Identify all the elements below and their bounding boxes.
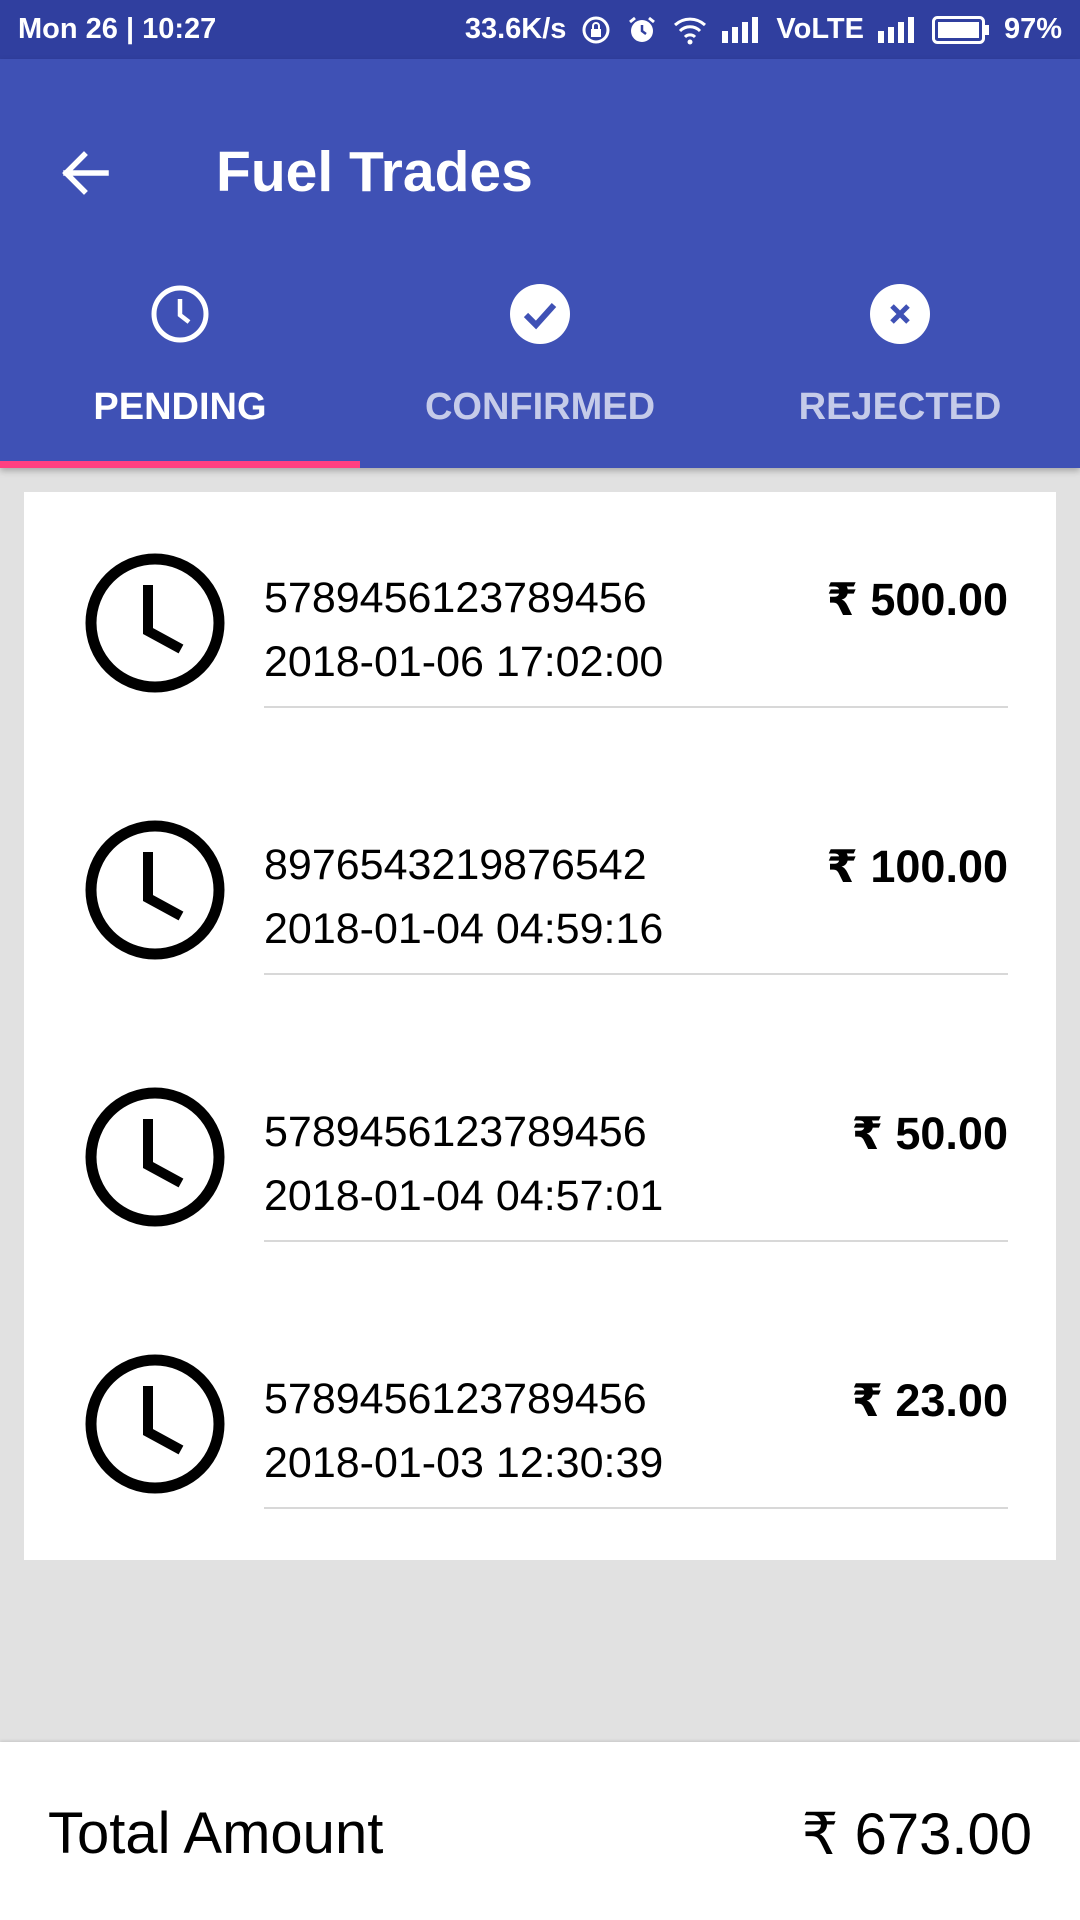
signal-icon: [722, 16, 762, 43]
tab-bar: PENDING CONFIRMED REJECTED: [0, 274, 1080, 468]
total-footer: Total Amount ₹ 673.00: [0, 1742, 1080, 1920]
battery-icon: [931, 15, 990, 44]
battery-percent: 97%: [1003, 13, 1062, 45]
trade-id: 5789456123789456: [264, 1375, 647, 1423]
divider: [264, 706, 1008, 708]
list-item[interactable]: 5789456123789456 2018-01-06 17:02:00 ₹ 5…: [24, 492, 1056, 759]
trade-id: 5789456123789456: [264, 1108, 647, 1156]
clock-icon: [85, 820, 225, 960]
clock-icon: [85, 1087, 225, 1227]
rotation-lock-icon: [580, 14, 612, 46]
check-circle-icon: [510, 284, 570, 344]
tab-label-confirmed: CONFIRMED: [424, 386, 656, 428]
tab-label-pending: PENDING: [93, 386, 267, 428]
trade-amount: ₹ 50.00: [851, 1108, 1008, 1159]
trade-amount: ₹ 23.00: [851, 1375, 1008, 1426]
tab-label-rejected: REJECTED: [798, 386, 1002, 428]
network-speed: 33.6K/s: [464, 13, 567, 45]
status-datetime: Mon 26 | 10:27: [18, 13, 217, 45]
trade-datetime: 2018-01-03 12:30:39: [264, 1439, 664, 1487]
trade-datetime: 2018-01-06 17:02:00: [264, 638, 664, 686]
clock-icon: [85, 1354, 225, 1494]
trade-datetime: 2018-01-04 04:57:01: [264, 1172, 664, 1220]
trades-list: 5789456123789456 2018-01-06 17:02:00 ₹ 5…: [24, 492, 1056, 1560]
list-item[interactable]: 8976543219876542 2018-01-04 04:59:16 ₹ 1…: [24, 759, 1056, 1026]
tab-confirmed[interactable]: CONFIRMED: [360, 274, 720, 468]
list-item[interactable]: 5789456123789456 2018-01-04 04:57:01 ₹ 5…: [24, 1026, 1056, 1293]
clock-icon: [151, 285, 209, 343]
divider: [264, 1240, 1008, 1242]
total-amount-label: Total Amount: [48, 1801, 384, 1866]
arrow-back-icon: [62, 151, 109, 195]
trade-datetime: 2018-01-04 04:59:16: [264, 905, 664, 953]
divider: [264, 973, 1008, 975]
trade-id: 5789456123789456: [264, 574, 647, 622]
total-amount-value: ₹ 673.00: [801, 1802, 1032, 1867]
clock-icon: [85, 553, 225, 693]
tab-rejected[interactable]: REJECTED: [720, 274, 1080, 468]
app-bar: Fuel Trades PENDING CONFIRMED REJECTED: [0, 59, 1080, 468]
tab-indicator: [0, 461, 360, 468]
wifi-icon: [672, 14, 708, 46]
back-button[interactable]: [48, 137, 120, 209]
status-bar: Mon 26 | 10:27 33.6K/s VoLTE 97%: [0, 0, 1080, 59]
page-title: Fuel Trades: [216, 140, 533, 204]
divider: [264, 1507, 1008, 1509]
tab-pending[interactable]: PENDING: [0, 274, 360, 468]
cancel-circle-icon: [870, 284, 930, 344]
trade-id: 8976543219876542: [264, 841, 647, 889]
alarm-icon: [626, 14, 658, 46]
trade-amount: ₹ 500.00: [826, 574, 1008, 625]
network-type: VoLTE: [776, 13, 864, 45]
list-item[interactable]: 5789456123789456 2018-01-03 12:30:39 ₹ 2…: [24, 1293, 1056, 1560]
trade-amount: ₹ 100.00: [826, 841, 1008, 892]
signal-icon: [877, 16, 918, 43]
